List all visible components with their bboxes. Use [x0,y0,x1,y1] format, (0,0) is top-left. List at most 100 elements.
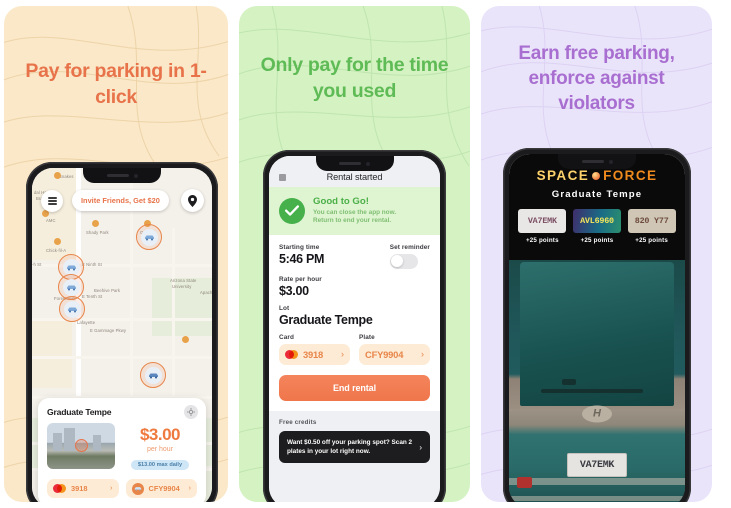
good-to-go-banner: Good to Go! You can close the app now. R… [269,187,440,235]
mastercard-icon [285,349,298,359]
plate-points: +25 points [635,237,669,244]
good-to-go-line-1: You can close the app now. [313,209,397,216]
card-selector-chip[interactable]: 3918 › [279,343,350,365]
sun-orb-icon [592,171,601,180]
scanned-plate-item[interactable]: 820 Y77 +25 points [627,209,676,244]
chevron-right-icon: › [110,485,113,492]
plate-text: AVL6960 [580,216,614,226]
plate-selector-chip[interactable]: CFY9904 › [125,479,197,498]
map-poi [92,220,99,227]
plate-selector-chip[interactable]: CFY9904 › [359,343,430,365]
car-marker-icon [140,228,158,246]
lot-block: Lot Graduate Tempe [279,305,430,327]
free-credits-label: Free credits [279,418,317,426]
rental-nav-title: Rental started [326,172,383,182]
hamburger-menu-icon[interactable] [41,190,63,212]
plate-points: +25 points [525,237,559,244]
crosshair-icon[interactable] [184,405,198,419]
front-camera [133,173,138,178]
invite-friends-label: Invite Friends, Get $20 [81,196,160,205]
detected-plate-text: VA7EMK [579,459,615,471]
rental-details-sheet: Starting time 5:46 PM Set reminder Rate … [269,234,440,411]
location-pin-icon[interactable] [181,189,204,212]
end-rental-label: End rental [332,382,376,393]
set-reminder-toggle[interactable] [389,253,418,269]
logo-text-force: FORCE [603,168,658,183]
good-to-go-title: Good to Go! [313,196,369,207]
car-marker-icon [62,258,80,276]
map-canvas[interactable]: Snakes dal Haus Brau AMC Chick-fil-A Sha… [32,168,212,502]
car-marker-icon [62,278,80,296]
license-plate-thumb: VA7EMK [518,209,567,233]
rate-block: Rate per hour $3.00 [279,276,430,298]
map-poi [182,336,189,343]
invite-friends-banner[interactable]: Invite Friends, Get $20 [72,190,169,211]
speaker-grille [339,162,361,165]
preview-panel-1[interactable]: Pay for parking in 1-click Snakes dal Ha… [4,6,228,502]
phone-mockup-map: Snakes dal Haus Brau AMC Chick-fil-A Sha… [26,162,218,502]
map-poi [54,172,61,179]
lot-photo [47,423,115,469]
speaker-grille [106,174,129,177]
card-selector-chip[interactable]: 3918 › [47,479,119,498]
plate-text: VA7EMK [527,216,557,226]
car-marker-icon [63,300,81,318]
mastercard-icon [53,484,66,493]
plate-text: 820 Y77 [634,216,669,226]
speaker-grille [581,160,604,163]
starting-time-label: Starting time [279,243,320,251]
panel-2-headline: Only pay for the time you used [260,54,449,102]
lot-detail-card[interactable]: Graduate Tempe $3.00 per hour $13.00 max… [38,398,206,502]
parking-marker[interactable] [59,296,85,322]
chevron-right-icon: › [419,442,422,452]
car-windshield [519,262,675,406]
front-camera [366,161,370,166]
rate-label: Rate per hour [279,275,322,283]
front-camera [608,159,613,164]
phone-screen-scan: SPACE FORCE Graduate Tempe VA7EMK +25 po… [509,154,685,502]
car-marker-icon [144,366,162,384]
phone-mockup-scan: SPACE FORCE Graduate Tempe VA7EMK +25 po… [503,148,691,502]
app-store-preview-gallery: Pay for parking in 1-click Snakes dal Ha… [0,0,731,508]
chevron-right-icon: › [188,485,191,492]
license-plate-thumb: 820 Y77 [627,209,676,233]
chevron-right-icon: › [341,349,344,360]
end-rental-button[interactable]: End rental [279,374,430,401]
parking-marker[interactable] [136,224,162,250]
parking-marker-selected[interactable] [140,362,166,388]
lot-label: Lot [279,304,290,312]
promo-text: Want $0.50 off your parking spot? Scan 2… [287,438,413,456]
check-circle-icon [279,197,305,224]
good-to-go-line-2: Return to end your rental. [313,217,392,225]
plate-points: +25 points [580,237,614,244]
plate-number: CFY9904 [148,484,180,493]
panel-3-headline: Earn free parking, enforce against viola… [518,43,675,115]
phone-notch [558,154,636,169]
card-label: Card [279,333,294,341]
scanned-plate-item[interactable]: VA7EMK +25 points [518,209,567,244]
logo-text-space: SPACE [536,168,590,183]
plate-field: Plate CFY9904 › [359,334,430,365]
phone-screen-rental: Rental started Good to Go! You can close… [269,156,440,502]
phone-notch [83,168,161,183]
lot-price-block: $3.00 per hour $13.00 max daily [123,423,197,471]
free-credits-section: Free credits Want $0.50 off your parking… [269,411,440,464]
card-value: 3918 [303,348,324,360]
preview-panel-3[interactable]: Earn free parking, enforce against viola… [481,6,712,502]
scanned-plate-item[interactable]: AVL6960 +25 points [572,209,621,244]
scanned-plates-row: VA7EMK +25 points AVL6960 +25 points 820… [509,209,685,244]
preview-panel-2[interactable]: Only pay for the time you used Rental st… [239,6,470,502]
lot-price-unit: per hour [146,446,174,453]
set-reminder-label: Set reminder [389,243,430,251]
car-icon [131,482,144,495]
detected-license-plate: VA7EMK [567,453,627,478]
camera-viewfinder[interactable]: H VA7EMK [509,260,685,502]
phone-mockup-rental: Rental started Good to Go! You can close… [263,150,446,502]
card-field: Card 3918 › [279,334,350,365]
tail-light [517,477,532,488]
starting-time-block: Starting time 5:46 PM [279,244,324,266]
set-reminder-block: Set reminder [389,243,430,269]
promo-banner[interactable]: Want $0.50 off your parking spot? Scan 2… [279,430,430,464]
lot-value: Graduate Tempe [279,312,373,327]
plate-value: CFY9904 [365,348,404,360]
